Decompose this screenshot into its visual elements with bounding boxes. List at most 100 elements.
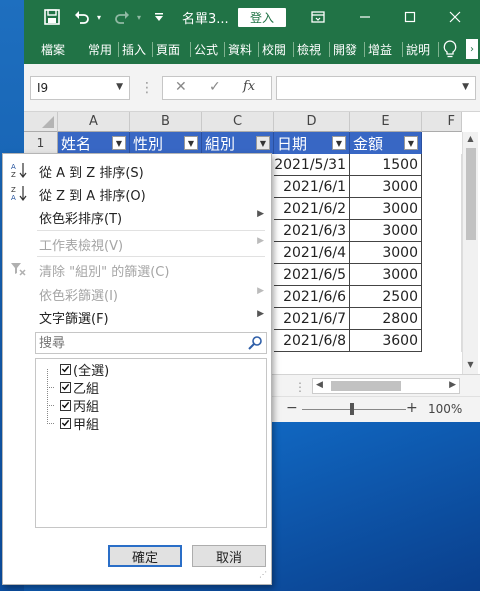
filter-item-jia[interactable]: 甲組 [60,414,99,433]
table-cell[interactable]: 2021/6/4 [274,242,350,264]
tab-review[interactable]: 校閱 [262,40,290,58]
table-cell[interactable]: 2021/6/2 [274,198,350,220]
filter-item-select-all[interactable]: (全選) [60,360,109,379]
column-header-f[interactable]: F [422,112,462,132]
filter-dropdown-icon[interactable]: ▼ [256,136,270,150]
column-header-e[interactable]: E [350,112,422,132]
filter-dropdown-icon[interactable]: ▼ [184,136,198,150]
table-cell[interactable]: 3000 [350,176,422,198]
minimize-icon[interactable] [354,0,376,34]
table-cell[interactable]: 3000 [350,264,422,286]
zoom-slider[interactable] [302,409,406,410]
expand-formula-icon[interactable]: ▼ [462,82,469,92]
horizontal-scrollbar[interactable]: ◀ ▶ [312,378,460,394]
tab-view[interactable]: 檢視 [297,40,325,58]
tab-page-layout[interactable]: 頁面 [156,40,184,58]
scroll-down-icon[interactable]: ▼ [465,360,476,370]
sort-ascending-item[interactable]: AZ 從 A 到 Z 排序(S) [3,158,271,182]
column-header-d[interactable]: D [274,112,350,132]
zoom-level[interactable]: 100% [428,402,462,416]
ribbon-tabs: 檔案 常用 插入 頁面 公式 資料 校閱 檢視 開發 增益 說明 › [24,34,480,64]
select-all-corner[interactable] [24,112,58,132]
filter-item-bing[interactable]: 丙組 [60,396,99,415]
ribbon-display-options-icon[interactable] [307,0,329,34]
maximize-icon[interactable] [399,0,421,34]
tab-home[interactable]: 常用 [88,40,116,58]
zoom-out-button[interactable]: − [286,400,298,416]
table-cell[interactable]: 2021/5/31 [274,154,350,176]
scroll-left-icon[interactable]: ◀ [316,380,323,390]
table-cell[interactable]: 3000 [350,242,422,264]
filter-dropdown-icon[interactable]: ▼ [332,136,346,150]
sign-in-button[interactable]: 登入 [238,8,286,27]
table-cell[interactable]: 2021/6/8 [274,330,350,352]
checkbox-checked-icon[interactable] [60,399,71,411]
scroll-up-icon[interactable]: ▲ [465,134,476,144]
close-icon[interactable] [444,0,466,34]
table-cell[interactable]: 2021/6/5 [274,264,350,286]
filter-dropdown-icon[interactable]: ▼ [404,136,418,150]
undo-icon[interactable] [70,0,94,34]
table-cell[interactable]: 2021/6/6 [274,286,350,308]
table-header-group: 組別 ▼ [202,132,274,154]
save-icon[interactable] [40,0,64,34]
sort-by-color-item[interactable]: 依色彩排序(T) ▶ [3,204,271,228]
table-cell[interactable]: 2800 [350,308,422,330]
table-cell[interactable]: 2021/6/1 [274,176,350,198]
search-icon[interactable] [247,335,263,351]
table-cell[interactable]: 2021/6/7 [274,308,350,330]
table-cell[interactable]: 2021/6/3 [274,220,350,242]
scroll-thumb[interactable] [466,148,476,240]
search-input[interactable] [39,335,239,351]
tab-help[interactable]: 說明 [406,40,434,58]
customize-toolbar-icon[interactable] [152,0,166,34]
table-cell[interactable]: 3000 [350,198,422,220]
tab-divider [224,42,225,57]
zoom-slider-thumb[interactable] [350,403,354,415]
chevron-down-icon[interactable]: ▼ [116,82,123,92]
confirm-entry-icon[interactable]: ✓ [209,79,221,95]
checkbox-checked-icon[interactable] [60,417,71,429]
undo-dropdown-icon[interactable]: ▾ [94,0,104,34]
table-cell[interactable]: 3000 [350,220,422,242]
column-header-a[interactable]: A [58,112,130,132]
table-cell[interactable]: 1500 [350,154,422,176]
row-header-1[interactable]: 1 [24,132,58,154]
column-header-b[interactable]: B [130,112,202,132]
splitter-icon[interactable]: ⋮ [294,380,306,394]
ok-button[interactable]: 確定 [108,545,182,567]
submenu-arrow-icon: ▶ [257,236,264,246]
tab-data[interactable]: 資料 [228,40,256,58]
cancel-button[interactable]: 取消 [192,545,266,567]
checkbox-checked-icon[interactable] [60,381,71,393]
table-cell[interactable]: 3600 [350,330,422,352]
name-box[interactable]: I9 ▼ [30,76,130,100]
text-filters-item[interactable]: 文字篩選(F) ▶ [3,304,271,328]
sort-descending-item[interactable]: ZA 從 Z 到 A 排序(O) [3,181,271,205]
tab-addins[interactable]: 增益 [368,40,400,58]
scroll-thumb[interactable] [331,381,401,391]
tab-file[interactable]: 檔案 [41,40,69,58]
menu-label: 從 A 到 Z 排序(S) [39,166,144,181]
zoom-in-button[interactable]: + [406,400,418,416]
filter-values-list: (全選) 乙組 丙組 甲組 [35,358,267,528]
insert-function-icon[interactable]: fx [243,79,255,94]
vertical-scrollbar[interactable]: ▲ ▼ [462,132,478,374]
lightbulb-icon[interactable] [443,40,463,58]
tab-insert[interactable]: 插入 [122,40,150,58]
formula-input[interactable]: ▼ [276,76,476,100]
cancel-entry-icon[interactable]: ✕ [175,79,187,95]
scroll-right-icon[interactable]: ▶ [449,380,456,390]
chevron-right-icon[interactable]: › [466,39,478,59]
filter-item-yi[interactable]: 乙組 [60,378,100,397]
column-header-c[interactable]: C [202,112,274,132]
table-cell[interactable]: 2500 [350,286,422,308]
list-item-label: 乙組 [73,381,100,397]
tab-formulas[interactable]: 公式 [194,40,222,58]
empty-column[interactable] [422,154,462,352]
resize-grip-icon[interactable]: ⋰ [259,571,269,582]
tab-developer[interactable]: 開發 [333,40,363,58]
filter-dropdown-icon[interactable]: ▼ [112,136,126,150]
tab-divider [258,42,259,57]
checkbox-checked-icon[interactable] [60,363,71,375]
